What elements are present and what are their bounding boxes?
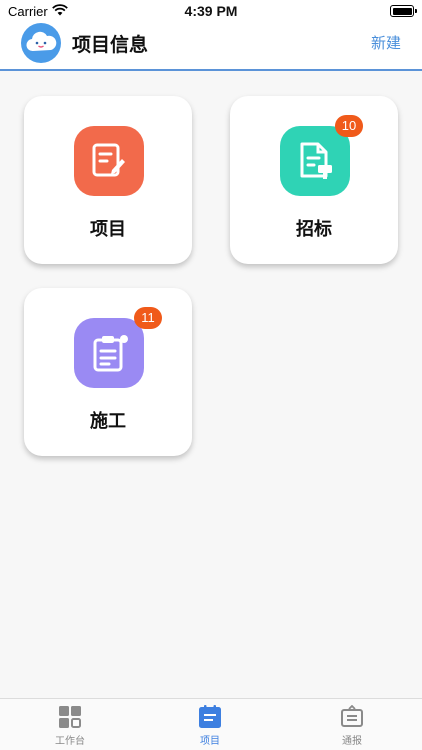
bidding-card-label: 招标 [296,219,332,240]
bidding-card[interactable]: 10 招标 [230,96,398,264]
status-bar: Carrier 4:39 PM [0,0,422,22]
bidding-document-icon [280,126,350,196]
new-button[interactable]: 新建 [371,32,401,53]
document-icon [198,705,222,729]
notice-board-icon [340,704,364,729]
tab-bar: 工作台 项目 通报 [0,698,422,750]
nav-bar: 项目信息 新建 [0,22,422,71]
cloud-avatar-icon [21,23,61,63]
project-card-label: 项目 [90,219,126,240]
grid-icon [58,705,82,729]
construction-clipboard-icon [74,318,144,388]
bidding-count-badge: 10 [335,115,363,137]
project-edit-icon [74,126,144,196]
tab-notice[interactable]: 通报 [282,699,422,750]
tab-workbench-label: 工作台 [55,736,85,747]
status-time: 4:39 PM [184,3,238,19]
construction-card[interactable]: 11 施工 [24,288,192,456]
battery-icon [390,5,417,17]
project-card[interactable]: 项目 [24,96,192,264]
tab-project[interactable]: 项目 [140,699,280,750]
tab-workbench[interactable]: 工作台 [0,699,140,750]
tab-notice-label: 通报 [342,736,362,747]
tab-project-label: 项目 [200,736,220,747]
construction-count-badge: 11 [134,307,162,329]
page-title: 项目信息 [72,34,149,56]
construction-card-label: 施工 [90,411,126,432]
